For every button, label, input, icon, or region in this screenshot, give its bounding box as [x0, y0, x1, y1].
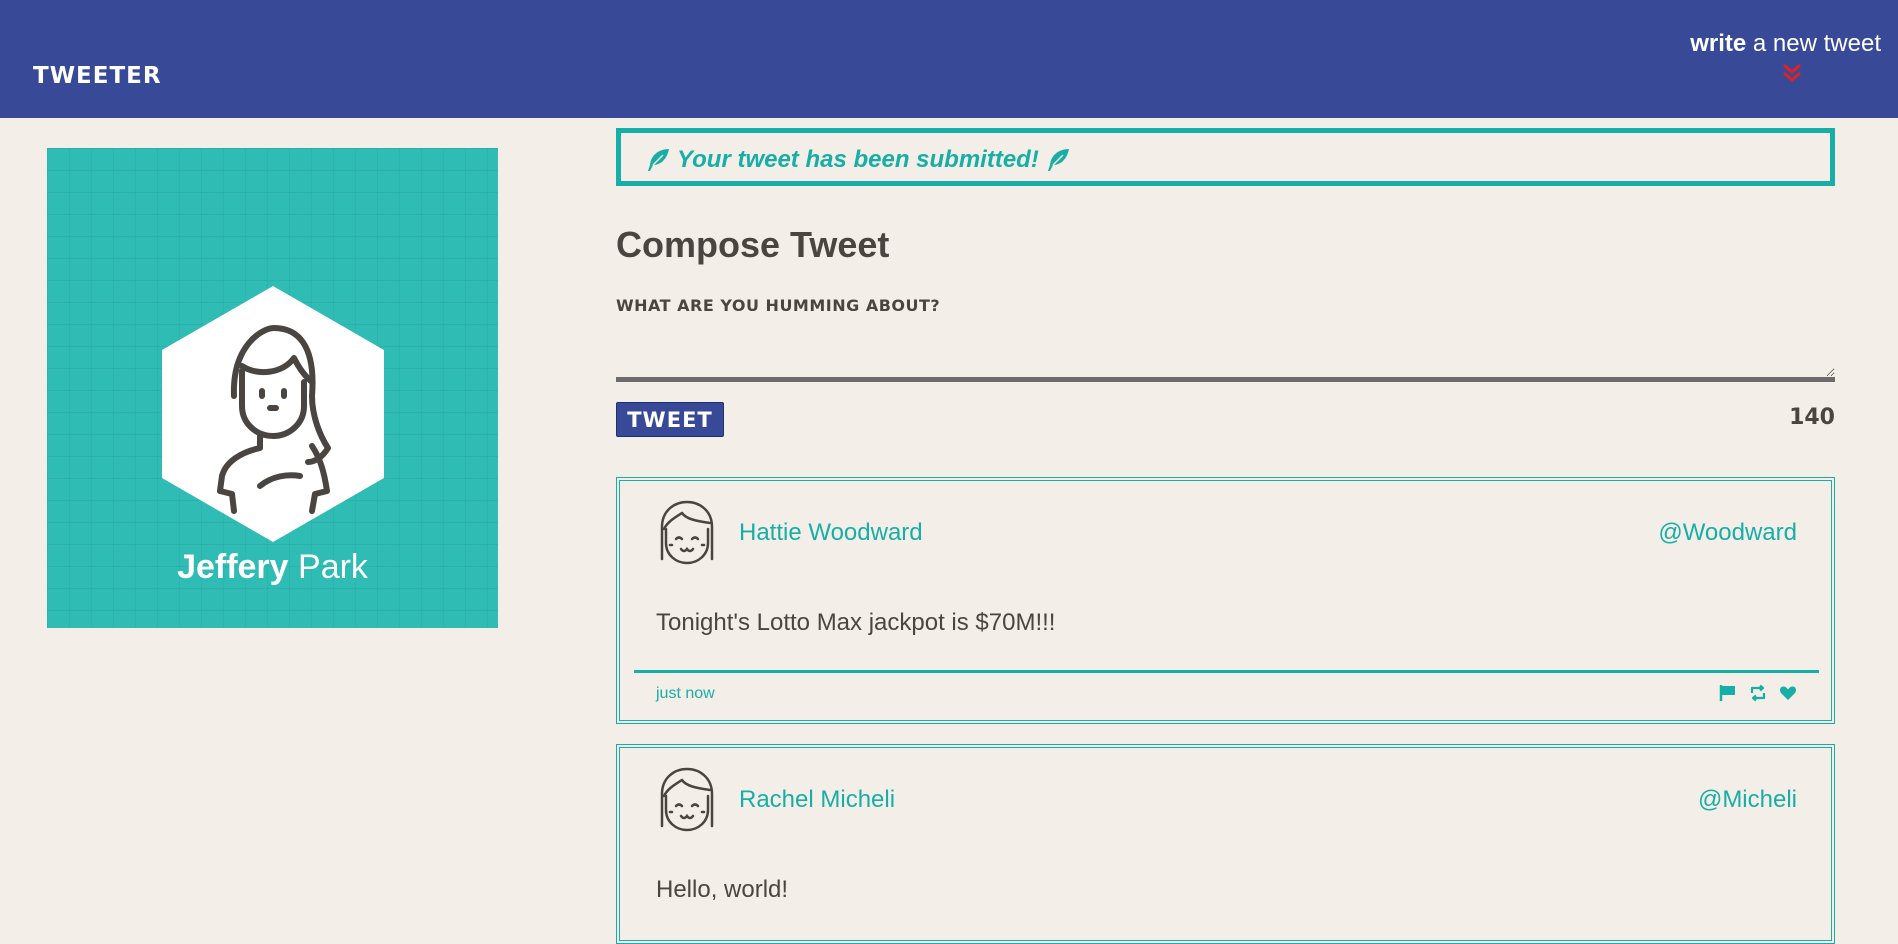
tweet-timestamp: just now: [656, 685, 715, 702]
alert-message: Your tweet has been submitted!: [677, 146, 1039, 173]
write-link-bold: write: [1690, 30, 1747, 57]
write-new-tweet-link[interactable]: write a new tweet: [1690, 30, 1881, 58]
retweet-icon[interactable]: [1749, 684, 1767, 702]
heart-icon[interactable]: [1779, 684, 1797, 702]
tweet-author-handle[interactable]: @Micheli: [1698, 786, 1797, 814]
compose-title: Compose Tweet: [616, 224, 890, 265]
profile-card: Jeffery Park: [47, 148, 498, 628]
submit-alert: Your tweet has been submitted!: [616, 128, 1835, 186]
double-chevron-down-icon[interactable]: [1780, 62, 1804, 84]
woman-avatar-icon: [162, 286, 384, 542]
smiling-girl-avatar-icon: [660, 500, 714, 565]
tweet-card: Hattie Woodward @Woodward Tonight's Lott…: [616, 477, 1835, 724]
brand-logo[interactable]: TWEETER: [33, 63, 162, 89]
feather-icon: [1047, 149, 1069, 171]
profile-first-name: Jeffery: [177, 548, 289, 586]
tweet-textarea[interactable]: [616, 328, 1835, 382]
tweet-author-name[interactable]: Rachel Micheli: [739, 786, 895, 814]
write-link-rest: a new tweet: [1746, 30, 1881, 57]
profile-name: Jeffery Park: [47, 548, 498, 587]
tweet-actions: [1719, 684, 1797, 702]
tweet-divider: [634, 670, 1819, 673]
tweet-author-name[interactable]: Hattie Woodward: [739, 519, 923, 547]
feather-icon: [648, 149, 669, 171]
tweet-button[interactable]: TWEET: [616, 402, 724, 437]
smiling-girl-avatar-icon: [660, 767, 714, 832]
profile-last-name: Park: [288, 548, 368, 586]
tweet-body: Hello, world!: [656, 876, 789, 903]
character-counter: 140: [1789, 405, 1835, 430]
top-nav: TWEETER write a new tweet: [0, 0, 1898, 118]
tweet-card: Rachel Micheli @Micheli Hello, world!: [616, 744, 1835, 944]
compose-label: WHAT ARE YOU HUMMING ABOUT?: [616, 296, 941, 315]
tweet-body: Tonight's Lotto Max jackpot is $70M!!!: [656, 609, 1056, 636]
flag-icon[interactable]: [1719, 684, 1737, 702]
tweet-author-handle[interactable]: @Woodward: [1658, 519, 1797, 547]
